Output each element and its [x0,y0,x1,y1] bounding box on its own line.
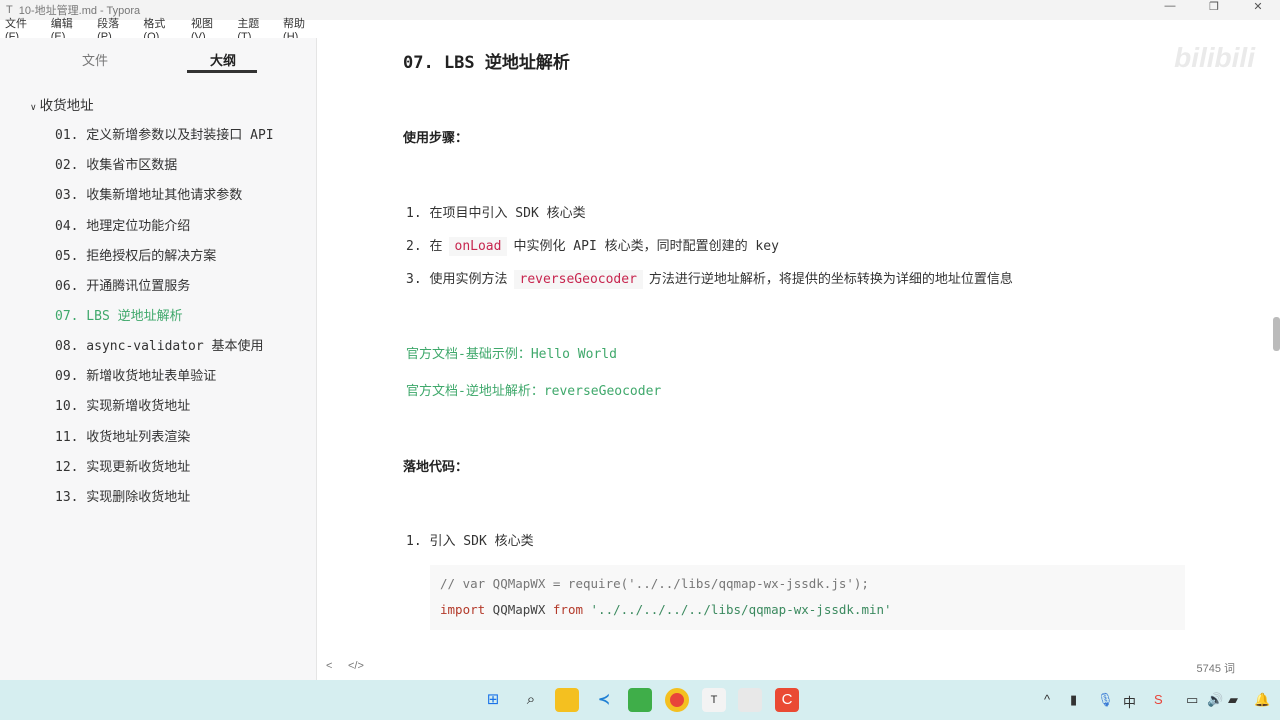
list-item: 1. 在项目中引入 SDK 核心类 [406,206,586,221]
source-mode-button[interactable]: </> [348,660,364,672]
code-line: // var QQMapWX = require('../../libs/qqm… [440,576,869,591]
outline-item-active[interactable]: 07. LBS 逆地址解析 [55,305,183,324]
recorder-icon[interactable]: C [775,688,799,712]
scrollbar[interactable] [1273,317,1280,351]
code-title: 落地代码： [403,459,469,474]
chevron-down-icon[interactable]: ∨ [30,102,37,112]
list-item: 2. 在 onLoad 中实例化 API 核心类，同时配置创建的 key [406,237,779,256]
network-icon[interactable]: ▭ [1186,692,1198,708]
app-icon-gray[interactable] [738,688,762,712]
volume-icon[interactable]: 🔊 [1207,692,1223,708]
outline-item[interactable]: 04. 地理定位功能介绍 [55,215,190,234]
outline-item[interactable]: 03. 收集新增地址其他请求参数 [55,184,242,203]
outline-item[interactable]: 11. 收货地址列表渲染 [55,426,190,445]
notification-icon[interactable]: 🔔 [1254,692,1270,708]
list-item: 3. 使用实例方法 reverseGeocoder 方法进行逆地址解析，将提供的坐标… [406,270,1013,289]
list-item: 1. 引入 SDK 核心类 [406,534,534,549]
taskbar: ⊞ ⌕ ≺ T C ^ ▮ 🎙 中 S ▭ 🔊 ▰ 🔔 [0,680,1280,720]
menu-bar: 文件(F) 编辑(E) 段落(P) 格式(O) 视图(V) 主题(T) 帮助(H… [0,18,320,43]
chevron-up-icon[interactable]: ^ [1044,692,1050,707]
microphone-icon[interactable]: 🎙 [1097,692,1114,708]
outline-item[interactable]: 05. 拒绝授权后的解决方案 [55,245,216,264]
tab-files[interactable]: 文件 [82,50,108,69]
bilibili-watermark: bilibili [1174,42,1255,73]
sidebar: 文件 大纲 ∨ 收货地址 01. 定义新增参数以及封装接口 API 02. 收集省… [0,38,317,680]
code-line: import QQMapWX from '../../../../../libs… [440,602,892,617]
app-icon-green[interactable] [628,688,652,712]
word-count[interactable]: 5745 词 [1196,660,1235,676]
restore-button[interactable]: ❐ [1192,0,1236,13]
outline-item[interactable]: 08. async-validator 基本使用 [55,335,264,354]
inline-code: onLoad [448,237,508,256]
outline-root[interactable]: ∨ 收货地址 [30,94,94,114]
ime-icon[interactable]: 中 [1123,692,1136,711]
editor[interactable]: bilibili 07. LBS 逆地址解析 使用步骤： 1. 在项目中引入 S… [318,20,1280,680]
doc-link-hello-world[interactable]: 官方文档-基础示例：Hello World [406,343,617,362]
active-tab-indicator [187,70,257,73]
toggle-sidebar-button[interactable]: < [326,660,332,672]
outline-item[interactable]: 10. 实现新增收货地址 [55,395,190,414]
file-explorer-icon[interactable] [555,688,579,712]
outline-item[interactable]: 06. 开通腾讯位置服务 [55,275,190,294]
vscode-icon[interactable]: ≺ [592,688,616,712]
chrome-icon[interactable] [665,688,689,712]
inline-code: reverseGeocoder [513,270,643,289]
outline-item[interactable]: 12. 实现更新收货地址 [55,456,190,475]
typora-icon[interactable]: T [702,688,726,712]
battery-icon[interactable]: ▰ [1228,692,1238,708]
outline-item[interactable]: 09. 新增收货地址表单验证 [55,365,216,384]
start-icon[interactable]: ⊞ [481,688,505,712]
search-icon[interactable]: ⌕ [519,688,543,712]
doc-link-reverse-geocoder[interactable]: 官方文档-逆地址解析：reverseGeocoder [406,380,661,399]
outline-item[interactable]: 13. 实现删除收货地址 [55,486,190,505]
close-button[interactable]: ✕ [1236,0,1280,13]
code-block[interactable]: // var QQMapWX = require('../../libs/qqm… [430,565,1185,630]
tab-outline[interactable]: 大纲 [210,50,236,69]
status-bar: < </> 5745 词 [318,654,1280,680]
steps-title: 使用步骤： [403,130,469,145]
minimize-button[interactable]: — [1148,0,1192,13]
heading: 07. LBS 逆地址解析 [403,53,570,73]
sogou-icon[interactable]: S [1154,692,1163,707]
outline-item[interactable]: 02. 收集省市区数据 [55,154,177,173]
outline-item[interactable]: 01. 定义新增参数以及封装接口 API [55,124,274,143]
bookmark-icon[interactable]: ▮ [1070,692,1077,708]
